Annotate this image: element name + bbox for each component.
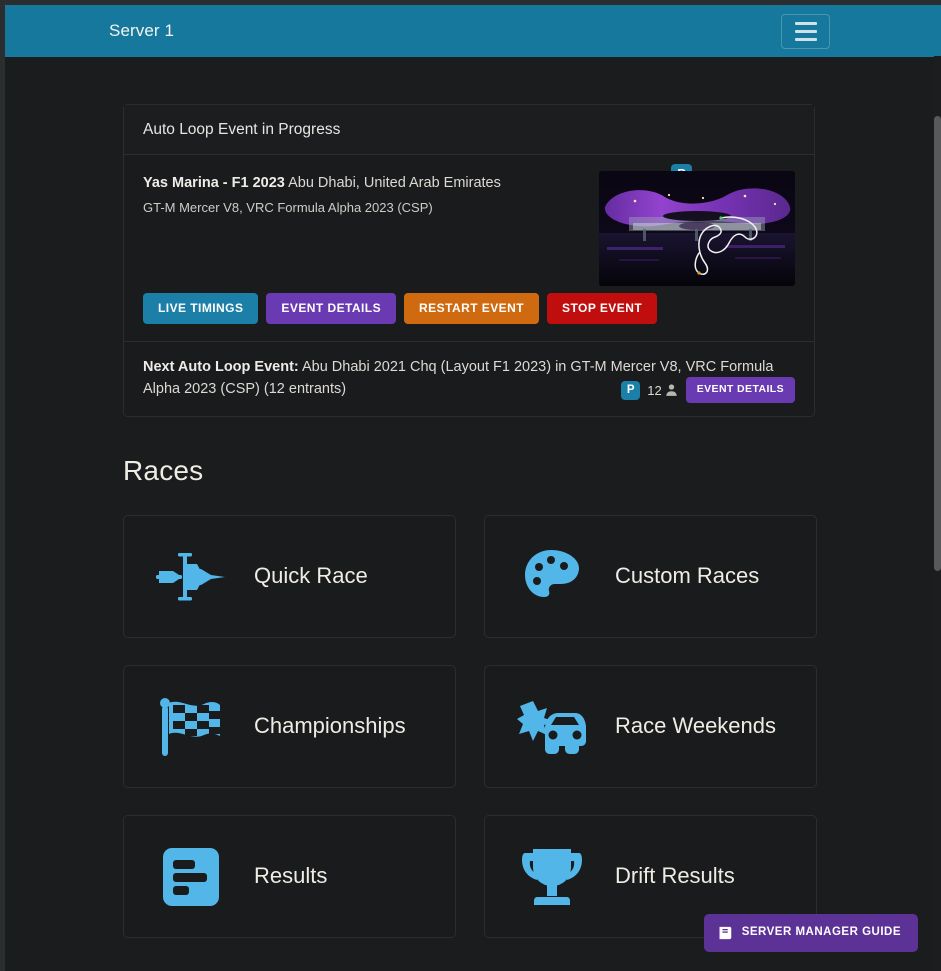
- page-title: Races: [123, 455, 204, 486]
- event-action-buttons: LIVE TIMINGS EVENT DETAILS RESTART EVENT…: [143, 293, 658, 324]
- vertical-scrollbar[interactable]: [934, 56, 941, 971]
- nav-card-custom-races[interactable]: Custom Races: [484, 515, 817, 638]
- window-left-edge: [0, 0, 5, 971]
- event-card-body: Yas Marina - F1 2023 Abu Dhabi, United A…: [124, 155, 814, 341]
- event-card-header: Auto Loop Event in Progress: [124, 105, 814, 155]
- nav-card-championships[interactable]: Championships: [123, 665, 456, 788]
- nav-card-results[interactable]: Results: [123, 815, 456, 938]
- live-timings-button[interactable]: LIVE TIMINGS: [143, 293, 259, 324]
- races-card-grid: Quick Race Custom Races Championships Ra…: [123, 515, 817, 938]
- scrollbar-thumb[interactable]: [934, 116, 941, 571]
- next-event-footer: Next Auto Loop Event: Abu Dhabi 2021 Chq…: [124, 341, 814, 416]
- trophy-icon: [515, 840, 589, 914]
- nav-card-quick-race[interactable]: Quick Race: [123, 515, 456, 638]
- next-event-details-button[interactable]: EVENT DETAILS: [685, 377, 795, 403]
- fighter-jet-icon: [154, 540, 228, 614]
- window-top-edge: [0, 0, 941, 5]
- nav-card-label: Results: [254, 863, 328, 889]
- page-root: Server 1 Auto Loop Event in Progress Yas…: [0, 0, 941, 971]
- event-track-name: Yas Marina - F1 2023: [143, 175, 285, 191]
- event-title-row: Yas Marina - F1 2023 Abu Dhabi, United A…: [143, 173, 593, 194]
- auto-loop-event-card: Auto Loop Event in Progress Yas Marina -…: [123, 104, 815, 417]
- palette-icon: [515, 540, 589, 614]
- guide-button-label: SERVER MANAGER GUIDE: [741, 926, 901, 939]
- car-crash-icon: [515, 690, 589, 764]
- nav-card-label: Race Weekends: [615, 713, 777, 739]
- event-track-location: Abu Dhabi, United Arab Emirates: [288, 175, 501, 191]
- hamburger-bar: [794, 38, 817, 41]
- track-thumbnail: [599, 171, 795, 286]
- nav-card-label: Drift Results: [615, 863, 735, 889]
- restart-event-button[interactable]: RESTART EVENT: [404, 293, 540, 324]
- top-navbar: Server 1: [5, 5, 941, 57]
- entrant-count: 12: [647, 382, 662, 398]
- nav-card-label: Championships: [254, 713, 406, 739]
- hamburger-bar: [794, 30, 817, 33]
- entrant-count-group: 12: [647, 383, 678, 398]
- server-manager-guide-button[interactable]: SERVER MANAGER GUIDE: [703, 914, 918, 952]
- nav-card-label: Quick Race: [254, 563, 368, 589]
- next-event-label: Next Auto Loop Event:: [143, 359, 299, 375]
- next-event-footer-actions: P 12 EVENT DETAILS: [621, 377, 795, 403]
- stop-event-button[interactable]: STOP EVENT: [547, 293, 658, 324]
- list-panel-icon: [154, 840, 228, 914]
- event-car-list: GT-M Mercer V8, VRC Formula Alpha 2023 (…: [143, 200, 433, 216]
- event-details-button[interactable]: EVENT DETAILS: [266, 293, 397, 324]
- main-content: Auto Loop Event in Progress Yas Marina -…: [5, 57, 934, 971]
- person-icon: [665, 383, 679, 398]
- event-meta: Yas Marina - F1 2023 Abu Dhabi, United A…: [143, 173, 593, 218]
- hamburger-bar: [794, 22, 817, 25]
- navbar-brand[interactable]: Server 1: [109, 21, 174, 41]
- nav-card-race-weekends[interactable]: Race Weekends: [484, 665, 817, 788]
- nav-card-label: Custom Races: [615, 563, 760, 589]
- checkered-flag-icon: [154, 690, 228, 764]
- hamburger-menu-icon[interactable]: [781, 14, 830, 49]
- practice-badge: P: [621, 380, 641, 400]
- book-icon: [719, 926, 733, 940]
